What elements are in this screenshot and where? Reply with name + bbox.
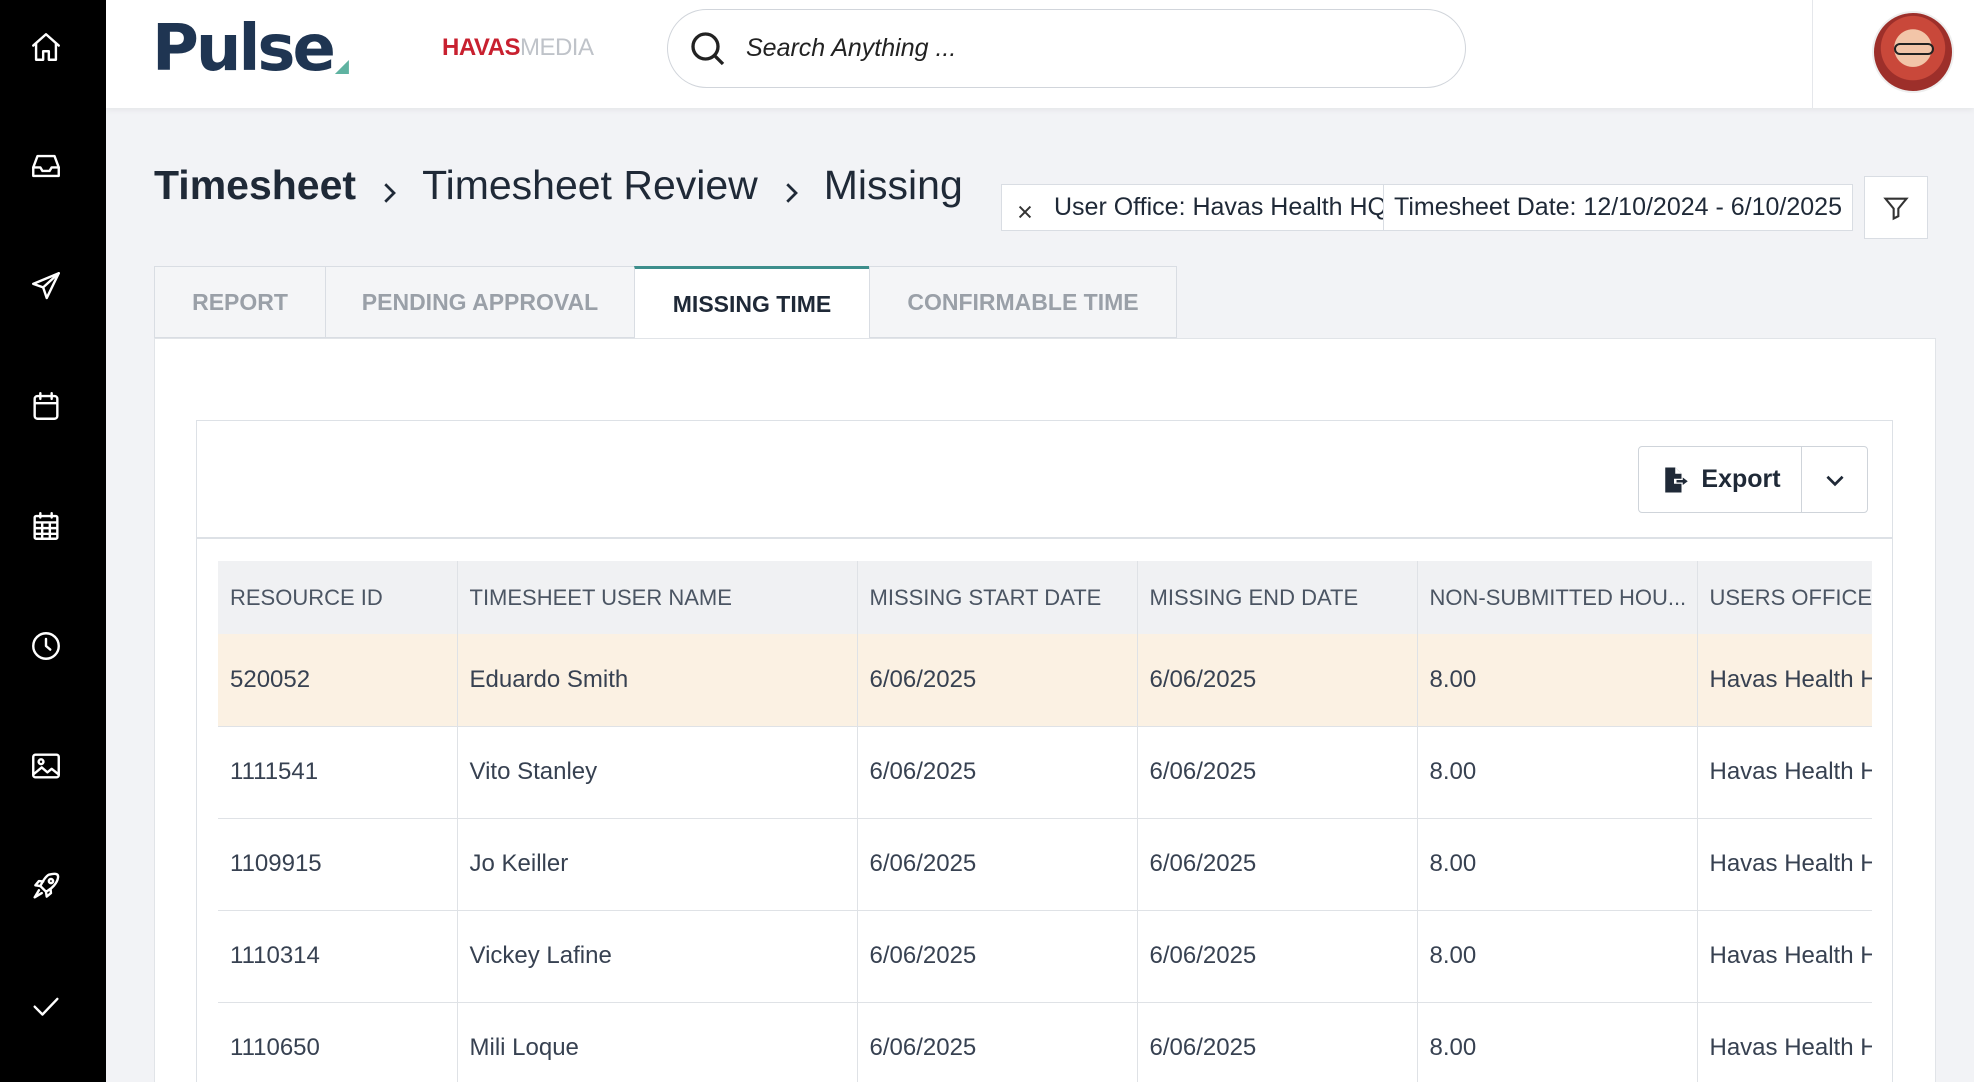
cell-user-name: Jo Keiller [457,818,858,911]
cell-resource-id: 1109915 [218,818,458,911]
export-dropdown-toggle[interactable] [1802,447,1867,512]
cell-user-name: Vito Stanley [457,726,858,819]
tab-confirmable-time[interactable]: CONFIRMABLE TIME [869,266,1177,338]
havas-media-logo: HAVASMEDIA [442,34,594,61]
cell-user-name: Mili Loque [457,1002,858,1082]
search-icon [691,31,725,65]
filter-chip-timesheet-date[interactable]: Timesheet Date: 12/10/2024 - 6/10/2025 [1383,184,1853,231]
pulse-logo[interactable]: Pulse [152,14,349,84]
cell-end-date: 6/06/2025 [1137,726,1418,819]
chevron-right-icon [374,171,404,203]
cell-hours: 8.00 [1417,1002,1698,1082]
calendar-icon[interactable] [23,383,69,429]
cell-end-date: 6/06/2025 [1137,818,1418,911]
column-header-users-office[interactable]: USERS OFFICE [1697,561,1872,634]
cell-hours: 8.00 [1417,818,1698,911]
breadcrumb-item-missing: Missing [823,162,963,208]
divider [196,537,1893,539]
table-row[interactable]: 1110314 Vickey Lafine 6/06/2025 6/06/202… [218,910,1872,1003]
cell-end-date: 6/06/2025 [1137,634,1418,727]
filter-chip-user-office[interactable]: User Office: Havas Health HQ [1001,184,1398,231]
tab-missing-time[interactable]: MISSING TIME [634,266,870,340]
top-bar: Pulse HAVASMEDIA Search Anything ... [106,0,1974,108]
close-icon[interactable] [1016,199,1034,218]
table-header-row: RESOURCE ID TIMESHEET USER NAME MISSING … [218,561,1872,634]
cell-start-date: 6/06/2025 [857,910,1138,1003]
cell-start-date: 6/06/2025 [857,1002,1138,1082]
cell-end-date: 6/06/2025 [1137,1002,1418,1082]
chevron-right-icon [776,171,806,203]
export-button[interactable]: Export [1639,447,1802,512]
cell-end-date: 6/06/2025 [1137,910,1418,1003]
breadcrumb: Timesheet Timesheet Review Missing [154,162,963,209]
logo-accent-mark [334,60,349,74]
send-icon[interactable] [23,263,69,309]
search-placeholder: Search Anything ... [746,34,957,62]
divider [1812,0,1813,108]
chevron-down-icon [1825,475,1844,486]
table-row[interactable]: 1110650 Mili Loque 6/06/2025 6/06/2025 8… [218,1002,1872,1082]
user-avatar[interactable] [1872,11,1954,93]
cell-resource-id: 1111541 [218,726,458,819]
cell-user-name: Eduardo Smith [457,634,858,727]
cell-office: Havas Health HQ [1697,910,1872,1003]
export-split-button: Export [1638,446,1868,513]
breadcrumb-item-timesheet[interactable]: Timesheet [154,162,356,209]
filter-button[interactable] [1864,176,1928,239]
cell-start-date: 6/06/2025 [857,634,1138,727]
rocket-icon[interactable] [23,863,69,909]
cell-office: Havas Health HQ [1697,634,1872,727]
cell-hours: 8.00 [1417,726,1698,819]
file-export-icon [1665,467,1689,492]
breadcrumb-item-review[interactable]: Timesheet Review [422,162,758,209]
column-header-user-name[interactable]: TIMESHEET USER NAME [457,561,858,634]
column-header-non-submitted-hours[interactable]: NON-SUBMITTED HOU... [1417,561,1698,634]
inbox-icon[interactable] [23,143,69,189]
image-icon[interactable] [23,743,69,789]
column-header-missing-end-date[interactable]: MISSING END DATE [1137,561,1418,634]
cell-office: Havas Health HQ [1697,726,1872,819]
cell-start-date: 6/06/2025 [857,818,1138,911]
clock-icon[interactable] [23,623,69,669]
missing-time-table: RESOURCE ID TIMESHEET USER NAME MISSING … [218,561,1872,1082]
cell-hours: 8.00 [1417,910,1698,1003]
filter-icon [1883,197,1909,220]
column-header-missing-start-date[interactable]: MISSING START DATE [857,561,1138,634]
cell-resource-id: 1110314 [218,910,458,1003]
column-header-resource-id[interactable]: RESOURCE ID [218,561,458,634]
calendar-grid-icon[interactable] [23,503,69,549]
cell-office: Havas Health HQ [1697,818,1872,911]
table-row[interactable]: 520052 Eduardo Smith 6/06/2025 6/06/2025… [218,634,1872,727]
tab-bar: REPORT PENDING APPROVAL MISSING TIME CON… [154,266,1177,340]
cell-office: Havas Health HQ [1697,1002,1872,1082]
cell-resource-id: 520052 [218,634,458,727]
table-row[interactable]: 1111541 Vito Stanley 6/06/2025 6/06/2025… [218,726,1872,819]
search-input[interactable]: Search Anything ... [667,9,1466,88]
cell-hours: 8.00 [1417,634,1698,727]
tab-pending-approval[interactable]: PENDING APPROVAL [325,266,635,338]
cell-resource-id: 1110650 [218,1002,458,1082]
tab-report[interactable]: REPORT [154,266,326,338]
cell-start-date: 6/06/2025 [857,726,1138,819]
check-icon[interactable] [23,983,69,1029]
table-row[interactable]: 1109915 Jo Keiller 6/06/2025 6/06/2025 8… [218,818,1872,911]
sidebar [0,0,106,1082]
home-icon[interactable] [23,24,69,70]
cell-user-name: Vickey Lafine [457,910,858,1003]
